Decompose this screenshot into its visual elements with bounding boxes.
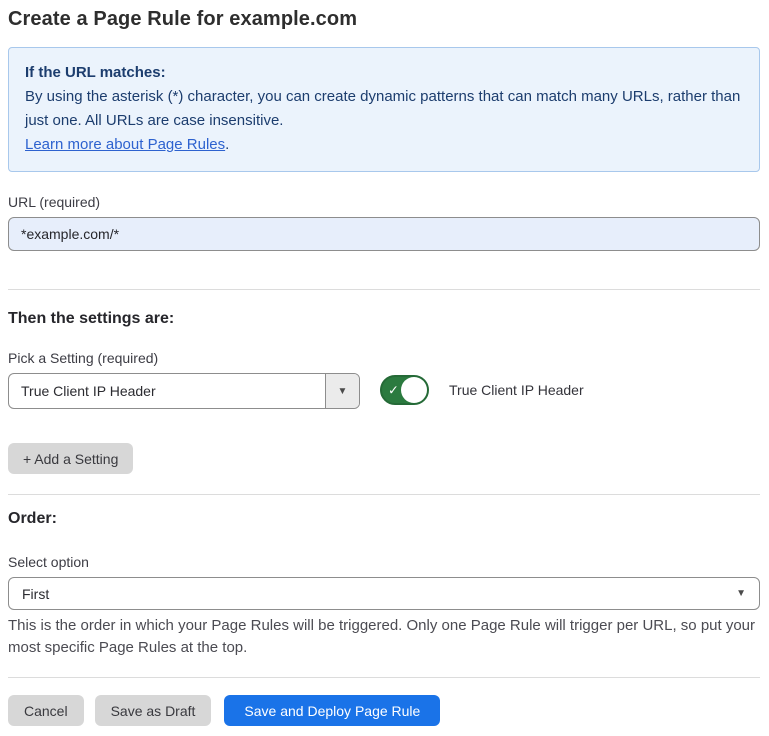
setting-select-arrow-button[interactable]: ▼ (325, 374, 359, 408)
setting-select[interactable]: True Client IP Header ▼ (8, 373, 360, 409)
order-select-label: Select option (8, 554, 760, 570)
learn-more-link[interactable]: Learn more about Page Rules (25, 136, 225, 153)
toggle-knob (401, 377, 427, 403)
check-icon: ✓ (388, 384, 399, 397)
url-field-label: URL (required) (8, 194, 760, 210)
chevron-down-icon: ▼ (338, 386, 348, 397)
save-as-draft-button[interactable]: Save as Draft (95, 695, 212, 726)
order-select[interactable]: First ▼ (8, 577, 760, 610)
order-select-value: First (22, 586, 736, 602)
toggle-group: ✓ True Client IP Header (380, 375, 584, 405)
settings-section-heading: Then the settings are: (8, 310, 760, 328)
page-title: Create a Page Rule for example.com (8, 8, 760, 31)
toggle-label: True Client IP Header (449, 382, 584, 398)
actions-row: Cancel Save as Draft Save and Deploy Pag… (8, 695, 760, 726)
url-match-info-box: If the URL matches: By using the asteris… (8, 47, 760, 172)
chevron-down-icon: ▼ (736, 588, 746, 599)
add-setting-button[interactable]: + Add a Setting (8, 443, 133, 474)
true-client-ip-toggle[interactable]: ✓ (380, 375, 429, 405)
pick-setting-label: Pick a Setting (required) (8, 350, 760, 366)
info-box-link-line: Learn more about Page Rules. (25, 133, 743, 157)
link-suffix: . (225, 136, 229, 153)
section-divider (8, 289, 760, 290)
section-divider (8, 677, 760, 678)
order-section-heading: Order: (8, 510, 760, 528)
url-input[interactable] (8, 217, 760, 251)
section-divider (8, 494, 760, 495)
order-help-text: This is the order in which your Page Rul… (8, 615, 760, 659)
save-and-deploy-button[interactable]: Save and Deploy Page Rule (224, 695, 440, 726)
info-box-body: By using the asterisk (*) character, you… (25, 85, 743, 133)
setting-select-value: True Client IP Header (9, 374, 325, 408)
info-box-heading: If the URL matches: (25, 61, 743, 85)
cancel-button[interactable]: Cancel (8, 695, 84, 726)
setting-row: True Client IP Header ▼ ✓ True Client IP… (8, 373, 760, 409)
